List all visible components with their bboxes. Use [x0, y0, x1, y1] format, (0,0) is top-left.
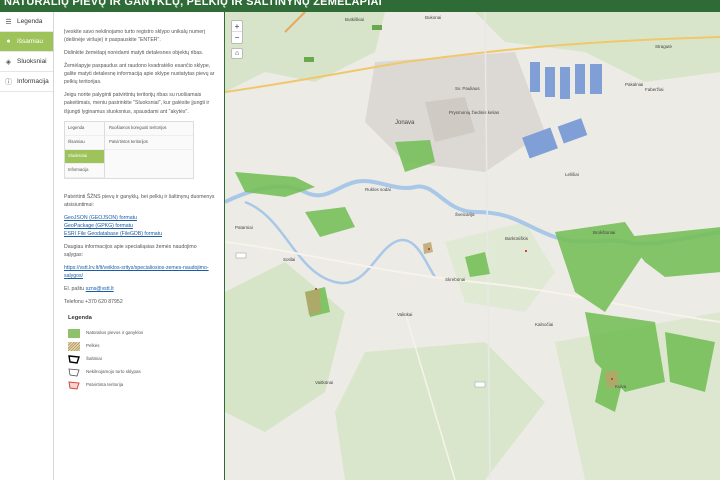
nav-item-label: Sluoksniai	[17, 58, 47, 65]
info-icon: ⓘ	[5, 78, 12, 86]
zoom-in-button[interactable]: +	[232, 21, 242, 32]
instruction-text-3: Žemėlapyje paspaudus ant raudono kvadrat…	[64, 63, 215, 86]
map-label: Vaitkūnai	[315, 380, 334, 385]
preview-nav-item: Išsamiau	[65, 136, 104, 150]
list-icon: ☰	[5, 18, 12, 26]
preview-layer-list: Ruošiamos koreguoti teritorijos Patvirti…	[105, 122, 193, 178]
legend-item: Patvirtinta teritorija	[68, 379, 215, 392]
instruction-text-4: Jeigu norite palyginti patvirtintų terit…	[64, 92, 210, 115]
download-intro-text: Patvirtinti ŠŽNS pievų ir ganyklų, bei p…	[64, 193, 215, 208]
email-link[interactable]: szns@vstt.lt	[86, 286, 114, 292]
wetland-swatch-icon	[68, 342, 80, 352]
nav-item-issamiau[interactable]: ● Išsamiau	[0, 32, 53, 52]
email-label: El. paštu	[64, 286, 85, 293]
legend-item-label: Pelkės	[86, 343, 100, 349]
geojson-download-link[interactable]: GeoJSON (GEOJSON) formatu	[64, 215, 137, 221]
map-label: Stragutė	[655, 44, 673, 49]
legend-item-label: Natūralios pievos ir ganyklos	[86, 330, 144, 336]
home-button[interactable]: ⌂	[231, 48, 243, 59]
legend: Legenda Natūralios pievos ir ganyklos Pe…	[64, 314, 215, 392]
details-panel: Įveskite savo nekilnojamo turto registro…	[55, 12, 223, 480]
map-label: Skrebūnai	[445, 277, 466, 282]
map-label: Kulva	[615, 384, 627, 389]
legend-item: Natūralios pievos ir ganyklos	[68, 327, 215, 340]
map-label: Barkūniškis	[505, 236, 529, 241]
map-label: Sv. Pauliaus	[455, 86, 480, 91]
info-dot-icon: ●	[6, 38, 11, 45]
nav-item-label: Informacija	[17, 78, 49, 85]
map-label: Kalnočiai	[535, 322, 554, 327]
legend-item: Pelkės	[68, 340, 215, 353]
legend-item-label: Patvirtinta teritorija	[86, 382, 124, 388]
preview-nav: Legenda Išsamiau Sluoksniai Informacija	[65, 121, 105, 178]
phone-text: Telefonu +370 620 87952	[64, 299, 123, 306]
map-label: Brokštoniai	[593, 230, 616, 235]
more-info-text: Daugiau informacijos apie specialiąsias …	[64, 243, 197, 258]
map-label: Jonava	[395, 120, 415, 126]
legend-item: Nekilnojamojo turto sklypas	[68, 366, 215, 379]
map-label: Faberžiai	[645, 87, 664, 92]
preview-nav-item: Sluoksniai	[65, 149, 104, 164]
map-label: Butkiškiai	[345, 17, 365, 22]
nav-item-legenda[interactable]: ☰ Legenda	[0, 12, 53, 32]
filegdb-download-link[interactable]: ESRI File Geodatabase (FileGDB) formatu	[64, 231, 162, 237]
map-label: Patarniai	[235, 225, 253, 230]
nav-item-label: Išsamiau	[17, 38, 44, 45]
preview-nav-item: Informacija	[65, 164, 104, 178]
nav-item-sluoksniai[interactable]: ◈ Sluoksniai	[0, 52, 53, 72]
map-label: Sotilai	[283, 257, 296, 262]
instruction-text-1: Įveskite savo nekilnojamo turto registro…	[64, 29, 205, 44]
legend-item-label: Nekilnojamojo turto sklypas	[86, 369, 141, 375]
nav-item-label: Legenda	[17, 18, 43, 25]
map-label: Valiūkai	[397, 312, 413, 317]
layers-preview-image: Legenda Išsamiau Sluoksniai Informacija …	[64, 120, 194, 179]
instruction-text-2: Didinkite žemėlapį norėdami matyti detal…	[64, 50, 204, 57]
zoom-out-button[interactable]: −	[232, 32, 242, 43]
layers-icon: ◈	[5, 58, 12, 66]
parcel-outline-icon	[68, 368, 80, 377]
legend-title: Legenda	[68, 315, 92, 322]
more-info-link[interactable]: https://vstt.lrv.lt/lt/veiklos-sritys/sp…	[64, 265, 209, 279]
zoom-control: + −	[231, 20, 243, 44]
map-label: Ruklos sodai	[365, 187, 391, 192]
map-label: Lelišiai	[565, 172, 579, 177]
map-view[interactable]: + − ⌂ Butkiškiai Bukonai Stragutė Pakaln…	[224, 12, 720, 480]
app-title: NATŪRALIŲ PIEVŲ IR GANYKLŲ, PELKIŲ IR ŠA…	[4, 0, 382, 8]
preview-layer-row: Ruošiamos koreguoti teritorijos	[105, 122, 193, 136]
legend-item-label: Šaltiniai	[86, 356, 102, 362]
nav-item-informacija[interactable]: ⓘ Informacija	[0, 72, 53, 92]
home-icon: ⌂	[234, 50, 240, 57]
map-label: Prysmonių žiedinis kelias	[449, 110, 500, 115]
preview-layer-row: Patvirtintos teritorijos	[105, 136, 193, 150]
gpkg-download-link[interactable]: GeoPackage (GPKG) formatu	[64, 223, 133, 229]
meadow-swatch-icon	[68, 329, 80, 339]
approved-area-icon	[68, 381, 80, 390]
map-canvas	[225, 12, 720, 480]
map-label: Pakalniai	[625, 82, 644, 87]
preview-nav-item: Legenda	[65, 122, 104, 136]
map-label: Šveicarija	[455, 212, 475, 217]
app-header: NATŪRALIŲ PIEVŲ IR GANYKLŲ, PELKIŲ IR ŠA…	[0, 0, 720, 12]
map-label: Bukonai	[425, 15, 442, 20]
sidebar-nav: ☰ Legenda ● Išsamiau ◈ Sluoksniai ⓘ Info…	[0, 12, 54, 480]
spring-outline-icon	[68, 355, 80, 365]
legend-item: Šaltiniai	[68, 353, 215, 366]
